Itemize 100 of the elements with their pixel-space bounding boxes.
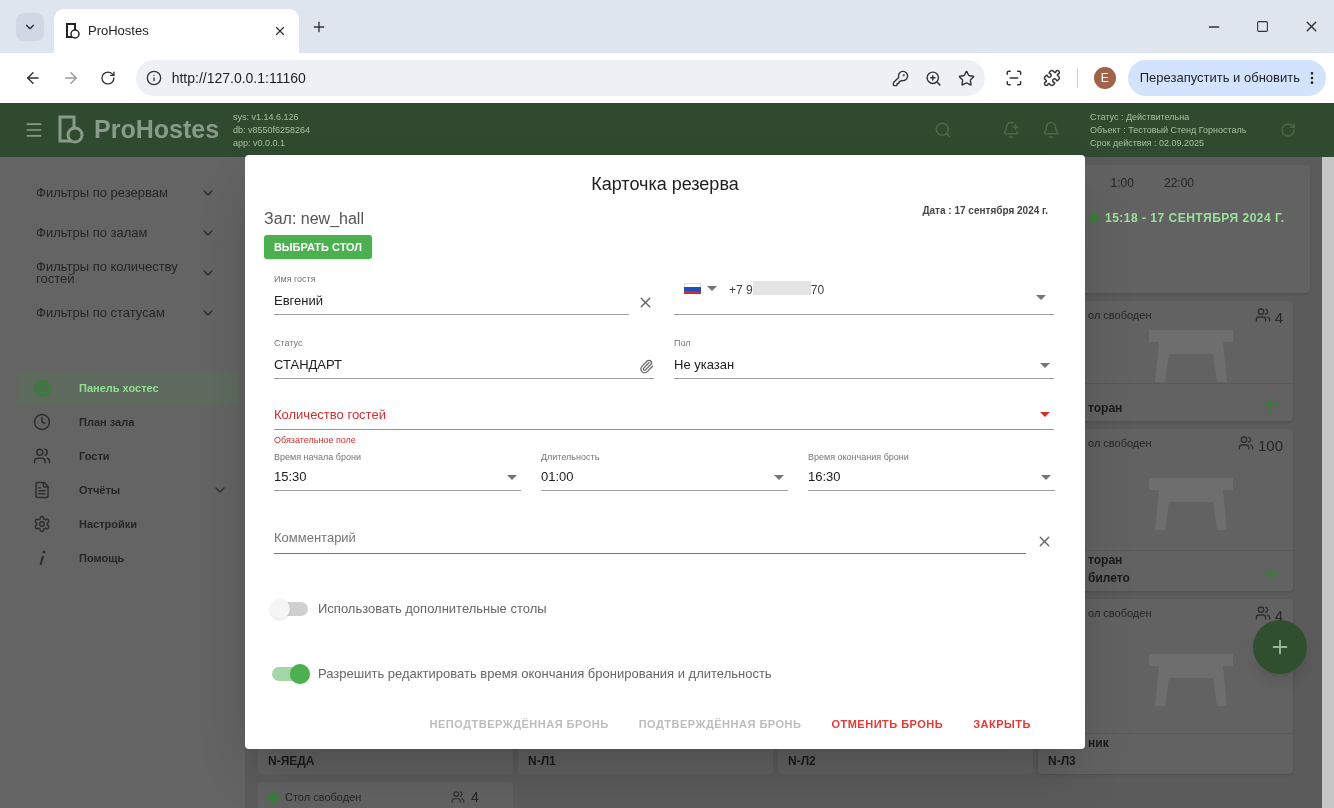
clock-outline-icon (33, 413, 51, 431)
browser-tab[interactable]: ProHostes (54, 9, 299, 53)
clock-icon (268, 791, 279, 803)
license-text: Статус : Действительна (1090, 110, 1191, 124)
bookmark-star-icon[interactable] (958, 69, 976, 87)
phone-field[interactable]: +7 9 70 (674, 271, 1054, 315)
table-capacity: 4 (471, 787, 479, 807)
dialog-title: Карточка резерва (590, 173, 740, 196)
table-code: N-ЯЕДА (268, 753, 316, 770)
field-value: 15:30 (274, 467, 308, 486)
gender-select[interactable]: Пол Не указан (674, 337, 1054, 379)
comment-field[interactable]: Комментарий (274, 525, 1026, 554)
toggle-label: Использовать дополнительные столы (318, 600, 547, 619)
dropdown-caret-icon (1040, 363, 1050, 368)
menu-icon[interactable] (24, 120, 44, 140)
toggle-switch[interactable] (270, 598, 310, 620)
version-text: sys: v1.14.6.126 (233, 110, 300, 124)
paperclip-icon[interactable] (639, 359, 654, 374)
russia-flag-icon[interactable] (684, 283, 701, 294)
update-button[interactable]: Перезапустить и обновить (1127, 60, 1326, 96)
time-select[interactable]: Время окончания брони 16:30 (808, 451, 1055, 491)
error-text: Обязательное поле (274, 433, 357, 447)
field-placeholder: Количество гостей (274, 406, 387, 424)
dialog-action-button[interactable]: ЗАКРЫТЬ (962, 711, 1042, 737)
field-value: Евгений (274, 291, 324, 310)
table-capacity: 4 (1274, 606, 1283, 626)
reload-icon[interactable] (99, 70, 116, 86)
table-status: Стол свободен (285, 789, 363, 805)
dropdown-caret-icon (774, 475, 784, 480)
guest-name-field[interactable]: Имя гостя Евгений (274, 273, 629, 315)
field-value: СТАНДАРТ (274, 355, 344, 374)
nav-item[interactable]: План зала (18, 405, 238, 439)
field-value: Не указан (674, 355, 736, 374)
time-label: 22:00 (1163, 175, 1194, 192)
nav-item[interactable]: Отчёты (18, 473, 238, 507)
time-select[interactable]: Время начала брони 15:30 (274, 451, 521, 491)
version-text: app: v0.0.0.1 (233, 136, 287, 150)
license-text: Объект : Тестовый Стенд Горносталь (1090, 123, 1248, 137)
app-logo-icon (58, 115, 84, 145)
hall-name: Зал: new_hall (264, 209, 364, 229)
clock-icon (1089, 213, 1099, 223)
scrollbar[interactable] (1322, 157, 1334, 808)
key-icon[interactable] (892, 69, 910, 87)
clock-icon (33, 379, 51, 397)
nav-item[interactable]: Панель хостес (18, 371, 238, 405)
document-icon (33, 481, 51, 499)
toggle-label: Разрешить редактировать время окончания бронирования и длительность (318, 665, 772, 684)
filter-label: Фильтры по залам (36, 227, 149, 239)
guest-count-select[interactable]: Количество гостей (274, 405, 1054, 430)
table-name: торан (1088, 400, 1123, 417)
zoom-icon[interactable] (925, 69, 943, 87)
filter-dropdown[interactable]: Фильтры по резервам (18, 173, 218, 213)
maximize-icon[interactable] (1256, 20, 1269, 33)
site-info-icon[interactable] (145, 70, 162, 86)
nav-item[interactable]: Настройки (18, 507, 238, 541)
field-label: Пол (674, 337, 692, 350)
filter-dropdown[interactable]: Фильтры по количеству гостей (18, 253, 218, 293)
users-icon (1254, 605, 1271, 621)
address-bar[interactable]: http://127.0.0.1:11160 (135, 60, 986, 96)
field-value: 16:30 (808, 467, 842, 486)
profile-avatar[interactable]: E (1093, 67, 1116, 89)
app-logo-icon (66, 23, 80, 39)
nav-item[interactable]: Гости (18, 439, 238, 473)
table-name: билето (1088, 570, 1130, 587)
phone-prefix: +7 9 (729, 282, 753, 299)
dropdown-caret-icon (1040, 412, 1050, 418)
dropdown-caret-icon (507, 475, 517, 480)
field-label: Статус (274, 337, 304, 350)
users-icon (1237, 435, 1254, 451)
users-icon (451, 790, 465, 804)
filter-label: Фильтры по статусам (36, 307, 166, 319)
field-label: Имя гостя (274, 273, 317, 286)
date-text: Дата : 17 сентября 2024 г. (922, 204, 1048, 218)
filter-dropdown[interactable]: Фильтры по залам (18, 213, 218, 253)
users-icon (33, 447, 51, 465)
filter-label: Фильтры по количеству гостей (36, 261, 179, 285)
field-label: Время начала брони (274, 451, 362, 464)
dropdown-caret-icon (707, 286, 717, 291)
version-text: db: v8550f6258264 (233, 123, 311, 137)
time-select[interactable]: Длительность 01:00 (541, 451, 788, 491)
phone-suffix: 70 (810, 282, 825, 299)
app-logo-text: ProHostes (94, 114, 220, 146)
url-text: http://127.0.0.1:11160 (171, 68, 307, 88)
close-icon[interactable] (273, 24, 287, 38)
status-field[interactable]: Статус СТАНДАРТ (274, 337, 654, 379)
toggle-switch[interactable] (270, 663, 310, 685)
time-label: 1:00 (1110, 175, 1134, 192)
table-name: ник (1088, 735, 1109, 752)
info-icon (38, 550, 46, 566)
filter-label: Фильтры по резервам (36, 187, 169, 199)
table-code: N-Л2 (788, 753, 817, 770)
dialog-action-button[interactable]: ОТМЕНИТЬ БРОНЬ (820, 711, 955, 737)
screen-capture-icon[interactable] (1005, 69, 1023, 87)
field-placeholder: Комментарий (274, 530, 356, 545)
table-capacity: 100 (1257, 436, 1283, 456)
filter-dropdown[interactable]: Фильтры по статусам (18, 293, 218, 333)
choose-table-button[interactable]: ВЫБРАТЬ СТОЛ (264, 235, 372, 259)
nav-item[interactable]: Помощь (18, 541, 238, 575)
back-icon[interactable] (24, 69, 42, 87)
extensions-icon[interactable] (1043, 69, 1061, 87)
